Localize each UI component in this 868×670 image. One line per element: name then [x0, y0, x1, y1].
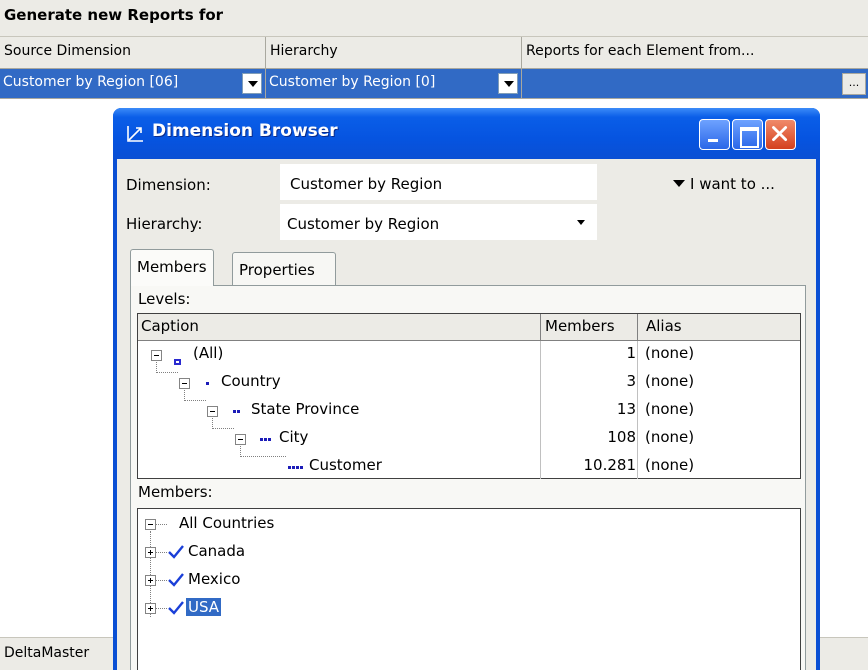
members-tree[interactable]: All Countries Canada Mexico USA — [137, 508, 801, 670]
level-row-city[interactable]: City 108 (none) — [138, 425, 800, 453]
generate-panel-header: Generate new Reports for — [0, 0, 868, 37]
level-alias: (none) — [645, 400, 695, 418]
level-members: 3 — [626, 372, 636, 390]
level-alias: (none) — [645, 344, 695, 362]
level-3-icon — [260, 438, 272, 442]
member-canada[interactable]: Canada — [188, 542, 245, 560]
i-want-to-label: I want to ... — [690, 175, 775, 193]
level-2-icon — [233, 410, 241, 414]
collapse-icon[interactable] — [235, 434, 246, 445]
maximize-button[interactable] — [732, 119, 763, 150]
collapse-icon[interactable] — [179, 378, 190, 389]
hierarchy-select[interactable]: Customer by Region [0] — [266, 69, 522, 98]
dimension-field[interactable]: Customer by Region — [280, 164, 597, 200]
expand-icon[interactable] — [145, 575, 156, 586]
col-source-dimension[interactable]: Source Dimension — [0, 37, 266, 69]
members-tab-panel: Levels: Caption Members Alias (All) 1 (n… — [130, 285, 806, 670]
member-all-countries[interactable]: All Countries — [179, 514, 274, 532]
member-usa[interactable]: USA — [186, 598, 222, 616]
report-grid-row[interactable]: Customer by Region [06] Customer by Regi… — [0, 69, 868, 99]
level-members: 108 — [607, 428, 636, 446]
check-icon — [168, 545, 184, 559]
level-4-icon — [288, 466, 304, 470]
level-alias: (none) — [645, 428, 695, 446]
level-row-state-province[interactable]: State Province 13 (none) — [138, 397, 800, 425]
dimension-browser-window: Dimension Browser Dimension: Customer by… — [113, 108, 820, 670]
axes-icon — [127, 126, 143, 142]
level-caption: Country — [221, 372, 281, 390]
level-alias: (none) — [645, 456, 695, 474]
close-button[interactable] — [765, 119, 796, 150]
reports-for-each-cell[interactable]: ... — [522, 69, 868, 98]
hierarchy-dropdown-button[interactable] — [498, 73, 518, 94]
col-hierarchy[interactable]: Hierarchy — [266, 37, 522, 69]
level-members: 10.281 — [583, 456, 637, 474]
triangle-down-icon — [673, 180, 685, 187]
col-caption[interactable]: Caption — [141, 317, 199, 335]
close-icon — [772, 126, 788, 142]
level-0-icon — [174, 351, 181, 365]
level-caption: (All) — [193, 344, 224, 362]
tab-members[interactable]: Members — [130, 249, 214, 286]
hierarchy-value: Customer by Region [0] — [269, 74, 436, 90]
level-1-icon — [206, 382, 210, 386]
level-members: 13 — [616, 400, 636, 418]
col-reports-for-each[interactable]: Reports for each Element from... — [522, 37, 868, 69]
level-alias: (none) — [645, 372, 695, 390]
expand-icon[interactable] — [145, 547, 156, 558]
col-members[interactable]: Members — [545, 317, 615, 335]
members-label: Members: — [138, 483, 213, 501]
col-alias[interactable]: Alias — [646, 317, 682, 335]
level-caption: Customer — [309, 456, 382, 474]
level-caption: State Province — [251, 400, 360, 418]
level-row-country[interactable]: Country 3 (none) — [138, 369, 800, 397]
expand-icon[interactable] — [145, 603, 156, 614]
generate-title: Generate new Reports for — [4, 6, 224, 24]
hierarchy-combobox[interactable]: Customer by Region — [280, 204, 597, 240]
collapse-icon[interactable] — [151, 350, 162, 361]
hierarchy-combobox-value: Customer by Region — [287, 215, 440, 233]
level-row-all[interactable]: (All) 1 (none) — [138, 341, 800, 369]
window-titlebar[interactable]: Dimension Browser — [113, 108, 820, 159]
source-dimension-select[interactable]: Customer by Region [06] — [0, 69, 266, 98]
levels-header: Caption Members Alias — [138, 314, 800, 341]
levels-label: Levels: — [138, 290, 191, 308]
source-dimension-dropdown-button[interactable] — [242, 73, 262, 94]
collapse-icon[interactable] — [145, 519, 156, 530]
check-icon — [168, 601, 184, 615]
i-want-to-menu[interactable]: I want to ... — [673, 175, 775, 193]
tab-properties[interactable]: Properties — [232, 252, 336, 285]
report-grid-header: Source Dimension Hierarchy Reports for e… — [0, 37, 868, 69]
member-mexico[interactable]: Mexico — [188, 570, 240, 588]
window-title: Dimension Browser — [152, 121, 338, 141]
level-caption: City — [279, 428, 309, 446]
minimize-button[interactable] — [699, 119, 730, 150]
chevron-down-icon[interactable] — [577, 220, 585, 225]
level-row-customer[interactable]: Customer 10.281 (none) — [138, 453, 800, 481]
browse-ellipsis-button[interactable]: ... — [842, 73, 866, 95]
level-members: 1 — [626, 344, 636, 362]
hierarchy-label: Hierarchy: — [126, 215, 203, 233]
collapse-icon[interactable] — [207, 406, 218, 417]
status-label: DeltaMaster — [4, 645, 90, 661]
check-icon — [168, 573, 184, 587]
dimension-label: Dimension: — [126, 176, 211, 194]
window-client: Dimension: Customer by Region Hierarchy:… — [117, 159, 816, 670]
source-dimension-value: Customer by Region [06] — [3, 74, 179, 90]
levels-list[interactable]: Caption Members Alias (All) 1 (none) Cou… — [137, 313, 801, 479]
